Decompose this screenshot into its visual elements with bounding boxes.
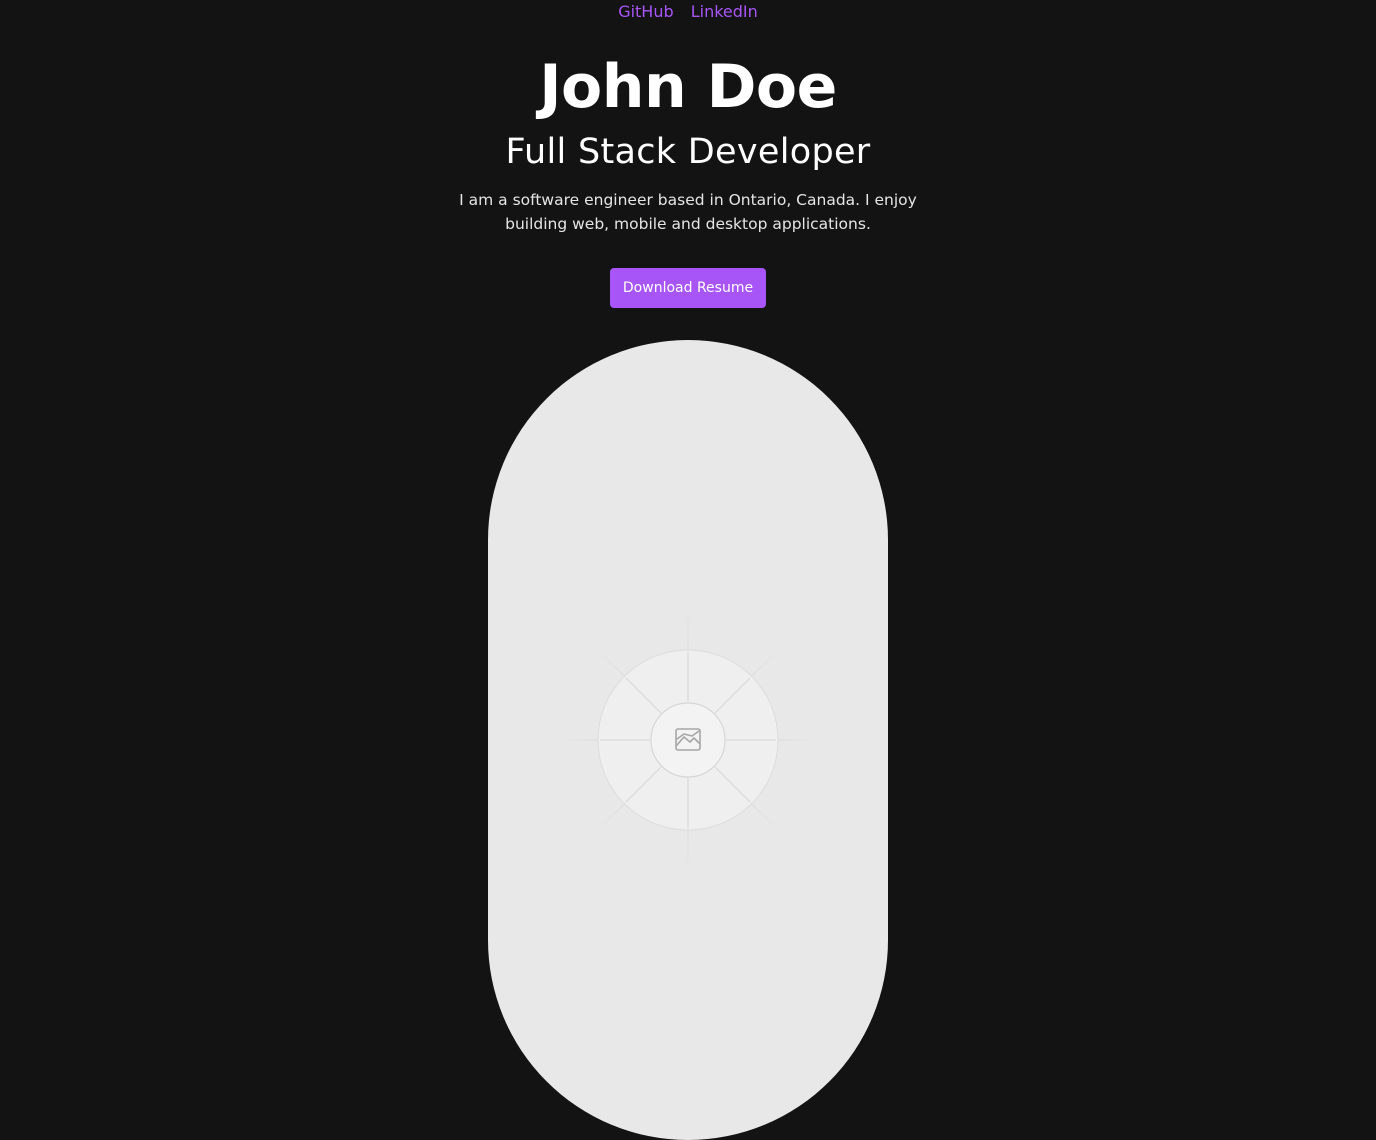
social-links: GitHub LinkedIn [0,3,1376,21]
hero-name: John Doe [539,52,837,122]
download-resume-button[interactable]: Download Resume [610,268,766,308]
hero-bio: I am a software engineer based in Ontari… [459,191,917,233]
github-link[interactable]: GitHub [618,2,673,21]
hero-role: Full Stack Developer [505,132,871,172]
portrait-image-placeholder [488,340,888,1140]
image-placeholder-graphic [553,605,823,875]
linkedin-link[interactable]: LinkedIn [691,2,758,21]
page: GitHub LinkedIn John Doe Full Stack Deve… [0,0,1376,1140]
